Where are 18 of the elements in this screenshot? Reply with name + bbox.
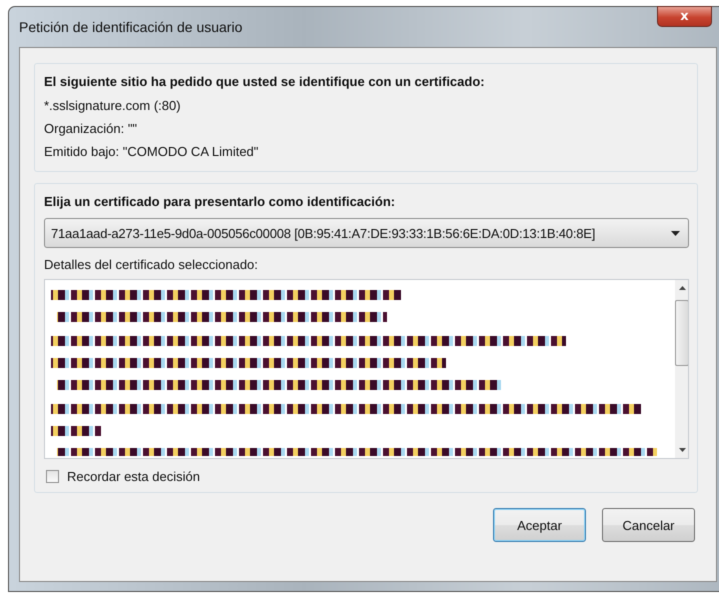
group-heading: Elija un certificado para presentarlo como identificación: xyxy=(44,193,396,211)
scroll-up-icon[interactable] xyxy=(678,286,686,290)
site-info-text: *.sslsignature.com (:80) xyxy=(44,97,182,115)
caret-icon xyxy=(671,230,680,236)
site-info-text: Emitido bajo: "COMODO CA Limited" xyxy=(44,143,260,161)
scroll-thumb[interactable] xyxy=(675,300,688,366)
scrollbar[interactable] xyxy=(675,280,688,458)
window-title: Petición de identificación de usuario xyxy=(19,19,242,35)
certificate-dropdown[interactable]: 71aa1aad-a273-11e5-9d0a-005056c00008 [0B:95:41:A7:DE:93:33:1B:56:6E:DA:0D:13:1B:40:8E] xyxy=(44,218,689,248)
remember-label: Recordar esta decisión xyxy=(67,469,200,484)
close-button[interactable]: x xyxy=(657,6,712,27)
site-info-text: Organización: "" xyxy=(44,120,138,138)
cancel-button[interactable]: Cancelar xyxy=(602,508,695,542)
details-label: Detalles del certificado seleccionado: xyxy=(44,256,259,274)
scroll-down-icon[interactable] xyxy=(678,448,686,452)
accept-button[interactable]: Aceptar xyxy=(493,508,586,542)
group-heading: El siguiente sitio ha pedido que usted se identifique con un certificado: xyxy=(44,73,486,91)
remember-checkbox[interactable] xyxy=(46,470,59,483)
